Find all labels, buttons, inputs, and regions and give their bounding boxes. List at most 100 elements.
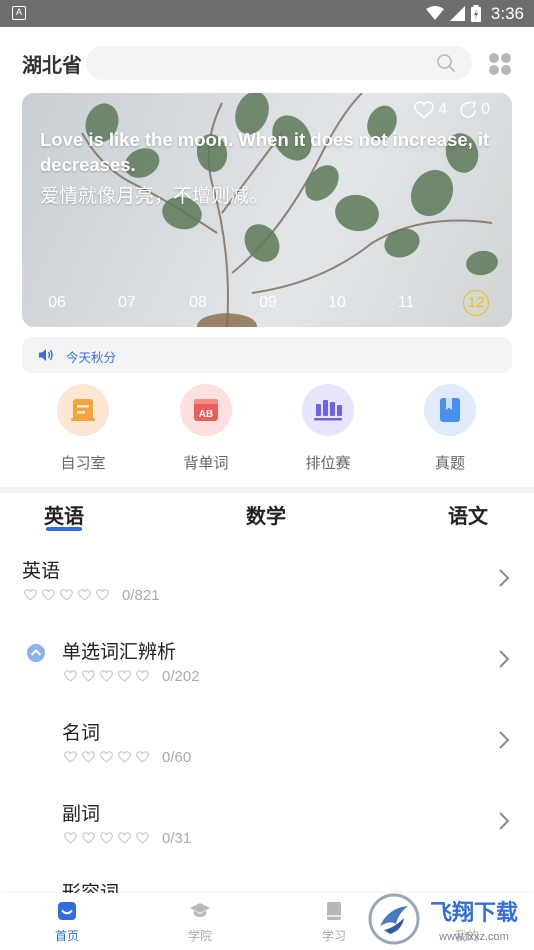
tab-label: 英语: [44, 504, 84, 528]
progress-hearts: [24, 589, 109, 601]
date-item[interactable]: 08: [183, 291, 213, 315]
notification-a-icon: A: [12, 6, 26, 20]
share-icon: [460, 101, 477, 118]
item-title: 名词: [62, 722, 101, 744]
progress-hearts: [64, 832, 149, 844]
progress-hearts: [64, 670, 149, 682]
search-icon[interactable]: [436, 53, 456, 73]
study-room-icon: [57, 384, 109, 436]
item-count: 0/60: [162, 749, 192, 766]
like-count: 4: [438, 101, 448, 118]
feature-shortcuts: 自习室 AB 背单词 排位赛 真题: [0, 384, 534, 476]
item-title: 英语: [22, 560, 61, 582]
list-item[interactable]: 英语 0/821: [0, 556, 534, 636]
heart-icon: [414, 101, 434, 119]
like-counter[interactable]: 4: [414, 101, 447, 119]
item-count: 0/31: [162, 830, 192, 847]
section-divider: [0, 487, 534, 493]
heart-outline-icon: [24, 589, 37, 601]
tab-label: 语文: [448, 504, 488, 528]
nav-academy[interactable]: 学院: [165, 901, 235, 944]
date-selector: 06 07 08 09 10 11 12: [40, 290, 500, 316]
feature-study-room[interactable]: 自习室: [35, 384, 131, 473]
tab-chinese[interactable]: 语文: [448, 500, 488, 529]
battery-icon: [470, 5, 481, 22]
heart-outline-icon: [136, 670, 149, 682]
heart-outline-icon: [118, 832, 131, 844]
heart-outline-icon: [82, 751, 95, 763]
nav-label: 学习: [321, 929, 346, 943]
heart-outline-icon: [82, 670, 95, 682]
notice-text: 今天秋分: [66, 350, 117, 365]
chevron-right-icon[interactable]: [498, 730, 510, 750]
feature-label: 自习室: [60, 454, 106, 472]
heart-outline-icon: [60, 589, 73, 601]
feature-vocabulary[interactable]: AB 背单词: [158, 384, 254, 473]
chevron-right-icon[interactable]: [498, 811, 510, 831]
progress-hearts: [64, 751, 149, 763]
item-count: 0/202: [162, 668, 200, 685]
date-item[interactable]: 11: [391, 291, 421, 315]
chevron-up-circle-icon[interactable]: [26, 643, 46, 663]
item-title: 副词: [62, 803, 101, 825]
heart-outline-icon: [136, 832, 149, 844]
site-watermark-logo: 飞翔下载 www.fxxz.com: [368, 893, 526, 945]
speaker-icon: [39, 349, 53, 361]
search-input[interactable]: [86, 46, 472, 80]
graduation-cap-icon: [190, 903, 210, 917]
apps-grid-icon[interactable]: [488, 52, 512, 76]
tab-label: 数学: [246, 504, 286, 528]
province-selector[interactable]: 湖北省: [22, 49, 82, 78]
date-item[interactable]: 09: [253, 291, 283, 315]
list-item[interactable]: 副词 0/31: [0, 799, 534, 879]
active-tab-indicator: [46, 527, 82, 531]
feature-ranking[interactable]: 排位赛: [280, 384, 376, 473]
heart-outline-icon: [100, 751, 113, 763]
quote-chinese: 爱情就像月亮，不增则减。: [40, 185, 269, 207]
status-bar: A 3:36: [0, 0, 534, 27]
heart-outline-icon: [118, 670, 131, 682]
date-item[interactable]: 06: [42, 291, 72, 315]
date-item-active[interactable]: 12: [463, 290, 489, 316]
chevron-right-icon[interactable]: [498, 568, 510, 588]
share-count: 0: [481, 101, 490, 118]
item-title: 单选词汇辨析: [62, 641, 177, 663]
watermark-url: www.fxxz.com: [438, 931, 509, 943]
heart-outline-icon: [100, 832, 113, 844]
clock: 3:36: [490, 3, 524, 23]
quote-english: Love is like the moon. When it does not …: [40, 129, 490, 175]
vocabulary-badge: AB: [199, 409, 213, 420]
signal-icon: [449, 6, 465, 21]
daily-quote-banner[interactable]: 4 0 Love is like the moon. When it does …: [22, 93, 512, 327]
wifi-icon: [425, 6, 444, 20]
chevron-right-icon[interactable]: [498, 649, 510, 669]
heart-outline-icon: [64, 751, 77, 763]
heart-outline-icon: [64, 670, 77, 682]
subject-tabs: 英语 数学 语文: [0, 500, 534, 534]
home-icon: [58, 902, 76, 920]
tab-math[interactable]: 数学: [246, 500, 286, 529]
exam-papers-icon: [424, 384, 476, 436]
tab-english[interactable]: 英语: [44, 500, 84, 531]
heart-outline-icon: [64, 832, 77, 844]
nav-study[interactable]: 学习: [299, 901, 369, 944]
nav-label: 学院: [187, 929, 212, 943]
item-count: 0/821: [122, 587, 160, 604]
header: 湖北省: [0, 44, 534, 82]
list-item[interactable]: 名词 0/60: [0, 718, 534, 798]
date-item[interactable]: 10: [322, 291, 352, 315]
heart-outline-icon: [82, 832, 95, 844]
vocabulary-icon: AB: [180, 384, 232, 436]
book-icon: [327, 902, 341, 920]
heart-outline-icon: [136, 751, 149, 763]
heart-outline-icon: [100, 670, 113, 682]
feature-label: 背单词: [183, 454, 229, 472]
heart-outline-icon: [96, 589, 109, 601]
date-item[interactable]: 07: [112, 291, 142, 315]
feature-label: 真题: [434, 454, 465, 472]
feature-exam-papers[interactable]: 真题: [402, 384, 498, 473]
share-counter[interactable]: 0: [459, 101, 490, 119]
notice-bar[interactable]: 今天秋分: [22, 337, 512, 373]
nav-home[interactable]: 首页: [32, 901, 102, 944]
list-item[interactable]: 单选词汇辨析 0/202: [0, 637, 534, 717]
